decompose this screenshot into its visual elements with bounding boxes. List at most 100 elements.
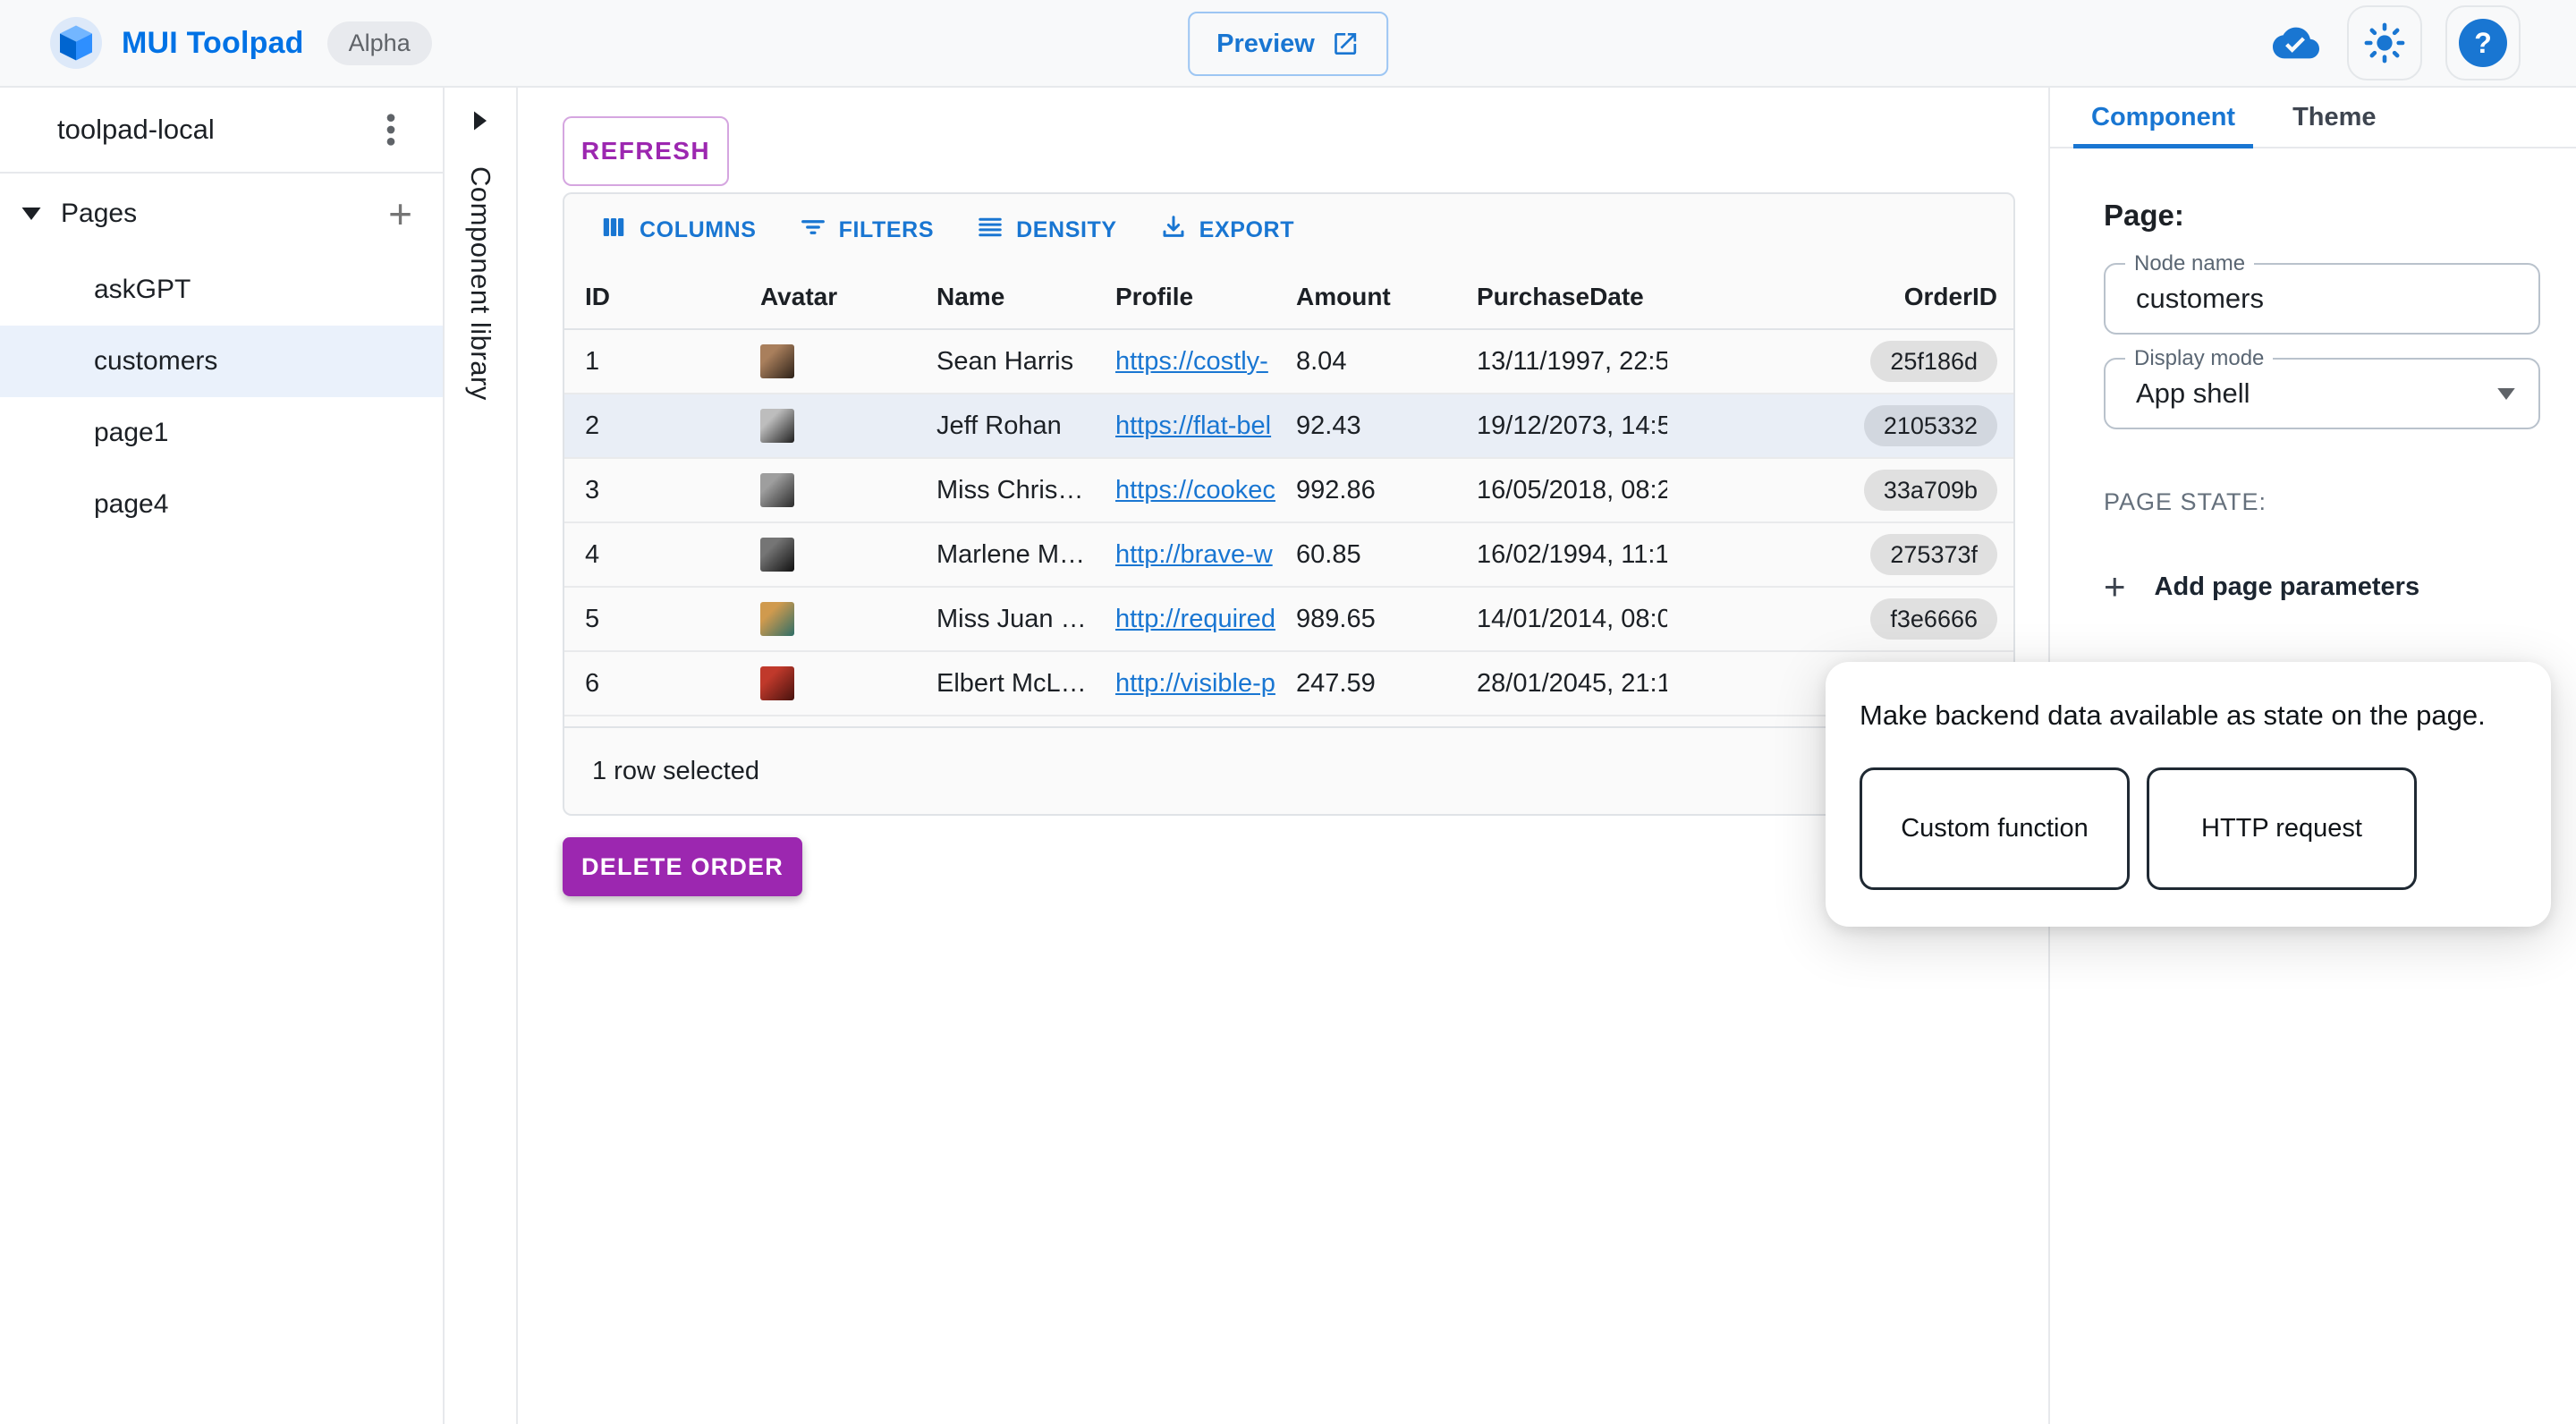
cell-id: 2	[564, 411, 740, 441]
node-name-label: Node name	[2125, 251, 2254, 276]
grid-toolbar-label: DENSITY	[1016, 217, 1117, 243]
preview-button[interactable]: Preview	[1188, 12, 1388, 76]
grid-toolbar-density-button[interactable]: DENSITY	[977, 214, 1117, 247]
cloud-done-icon	[2268, 20, 2324, 66]
selection-count: 1 row selected	[592, 757, 759, 786]
cell-purchase-date: 19/12/2073, 14:52:55	[1456, 411, 1667, 441]
delete-order-button[interactable]: DELETE ORDER	[563, 837, 802, 896]
table-row[interactable]: 6Elbert McL…http://visible-p247.5928/01/…	[564, 652, 2013, 716]
component-library-strip[interactable]: Component library	[445, 88, 518, 1424]
inspector-tabs: Component Theme	[2050, 88, 2576, 148]
cell-id: 5	[564, 605, 740, 634]
cell-avatar	[740, 602, 916, 636]
explorer-sidebar: toolpad-local Pages + askGPTcustomerspag…	[0, 88, 445, 1424]
node-name-field[interactable]: Node name customers	[2104, 263, 2540, 335]
profile-link[interactable]: http://brave-w	[1115, 540, 1273, 569]
page-heading: Page:	[2104, 199, 2576, 233]
grid-toolbar-label: COLUMNS	[640, 217, 757, 243]
column-header-avatar[interactable]: Avatar	[740, 283, 916, 311]
column-header-profile[interactable]: Profile	[1095, 283, 1275, 311]
project-menu-button[interactable]	[371, 105, 411, 155]
help-button[interactable]: ?	[2445, 5, 2521, 81]
page-state-label: PAGE STATE:	[2104, 488, 2576, 516]
table-row[interactable]: 2 Jeff Rohan https://flat-bel92.4319/12/20…	[564, 394, 2013, 459]
profile-link[interactable]: https://cookec	[1115, 476, 1275, 504]
sidebar-item-page4[interactable]: page4	[0, 469, 443, 540]
sidebar-item-page1[interactable]: page1	[0, 397, 443, 469]
avatar	[760, 666, 794, 700]
open-in-new-icon	[1331, 30, 1360, 58]
cell-id: 4	[564, 540, 740, 570]
grid-toolbar-filters-button[interactable]: FILTERS	[800, 214, 935, 247]
profile-link[interactable]: http://required	[1115, 605, 1275, 633]
pages-list: askGPTcustomerspage1page4	[0, 254, 443, 540]
grid-toolbar-label: FILTERS	[839, 217, 935, 243]
table-row[interactable]: 5Miss Juan …http://required989.6514/01/2…	[564, 588, 2013, 652]
tab-component[interactable]: Component	[2082, 88, 2244, 147]
popover-buttons: Custom functionHTTP request	[1860, 767, 2551, 890]
table-row[interactable]: 1Sean Harrishttps://costly-8.0413/11/199…	[564, 330, 2013, 394]
add-page-parameters-button[interactable]: +Add page parameters	[2104, 568, 2576, 606]
order-id-chip: 2105332	[1864, 405, 1997, 446]
column-header-name[interactable]: Name	[916, 283, 1095, 311]
grid-toolbar-columns-button[interactable]: COLUMNS	[600, 214, 757, 247]
order-id-chip: 33a709b	[1864, 470, 1997, 511]
help-icon: ?	[2459, 19, 2507, 67]
cell-profile: https://flat-bel	[1095, 411, 1275, 441]
theme-toggle-button[interactable]	[2347, 5, 2422, 81]
cell-avatar	[740, 409, 916, 443]
http-request-button[interactable]: HTTP request	[2147, 767, 2417, 890]
data-grid-header-row: IDAvatarNameProfileAmountPurchaseDateOrd…	[564, 266, 2013, 330]
popover-message: Make backend data available as state on …	[1860, 699, 2551, 732]
column-header-id[interactable]: ID	[564, 283, 740, 311]
cell-amount: 92.43	[1275, 411, 1456, 441]
plus-icon: +	[2104, 568, 2126, 606]
profile-link[interactable]: https://costly-	[1115, 347, 1268, 376]
profile-link[interactable]: https://flat-bel	[1115, 411, 1271, 440]
profile-link[interactable]: http://visible-p	[1115, 669, 1275, 698]
order-id-chip: 275373f	[1870, 534, 1997, 575]
top-app-bar: MUI Toolpad Alpha Preview ?	[0, 0, 2576, 88]
avatar	[760, 602, 794, 636]
download-icon	[1160, 214, 1187, 247]
cell-name: Jeff Rohan	[916, 411, 1095, 441]
cell-purchase-date: 16/02/1994, 11:10:40	[1456, 540, 1667, 570]
cell-order-id: 275373f	[1667, 534, 2013, 575]
cell-name: Miss Chris…	[916, 476, 1095, 505]
column-header-amount[interactable]: Amount	[1275, 283, 1456, 311]
alpha-badge: Alpha	[327, 21, 432, 65]
cell-order-id: 33a709b	[1667, 470, 2013, 511]
cell-order-id: f3e6666	[1667, 598, 2013, 640]
sidebar-item-customers[interactable]: customers	[0, 326, 443, 397]
tab-theme[interactable]: Theme	[2284, 88, 2385, 147]
topbar-actions: ?	[2268, 5, 2521, 81]
cell-profile: https://cookec	[1095, 476, 1275, 505]
data-grid-toolbar: COLUMNS FILTERS DENSITY EXPORT	[564, 194, 2013, 266]
pages-section-header[interactable]: Pages +	[0, 174, 443, 254]
cell-avatar	[740, 538, 916, 572]
cell-avatar	[740, 344, 916, 378]
light-mode-icon	[2364, 22, 2405, 64]
cell-name: Elbert McL…	[916, 669, 1095, 699]
cell-avatar	[740, 473, 916, 507]
column-header-orderid[interactable]: OrderID	[1667, 283, 2013, 311]
app-title: MUI Toolpad	[122, 26, 304, 61]
grid-toolbar-export-button[interactable]: EXPORT	[1160, 214, 1294, 247]
sidebar-item-askGPT[interactable]: askGPT	[0, 254, 443, 326]
display-mode-select[interactable]: Display mode App shell	[2104, 358, 2540, 429]
toolpad-logo-icon	[50, 17, 102, 69]
cell-purchase-date: 28/01/2045, 21:10:06	[1456, 669, 1667, 699]
refresh-button[interactable]: REFRESH	[563, 116, 729, 186]
avatar	[760, 473, 794, 507]
chevron-down-icon	[21, 208, 41, 220]
add-page-button[interactable]: +	[388, 193, 412, 234]
table-row[interactable]: 4Marlene M…http://brave-w60.8516/02/1994…	[564, 523, 2013, 588]
avatar	[760, 344, 794, 378]
density-icon	[977, 214, 1004, 247]
custom-function-button[interactable]: Custom function	[1860, 767, 2130, 890]
cell-purchase-date: 16/05/2018, 08:23:05	[1456, 476, 1667, 505]
cell-profile: https://costly-	[1095, 347, 1275, 377]
column-header-purchasedate[interactable]: PurchaseDate	[1456, 283, 1667, 311]
cell-id: 1	[564, 347, 740, 377]
table-row[interactable]: 3Miss Chris…https://cookec992.8616/05/20…	[564, 459, 2013, 523]
